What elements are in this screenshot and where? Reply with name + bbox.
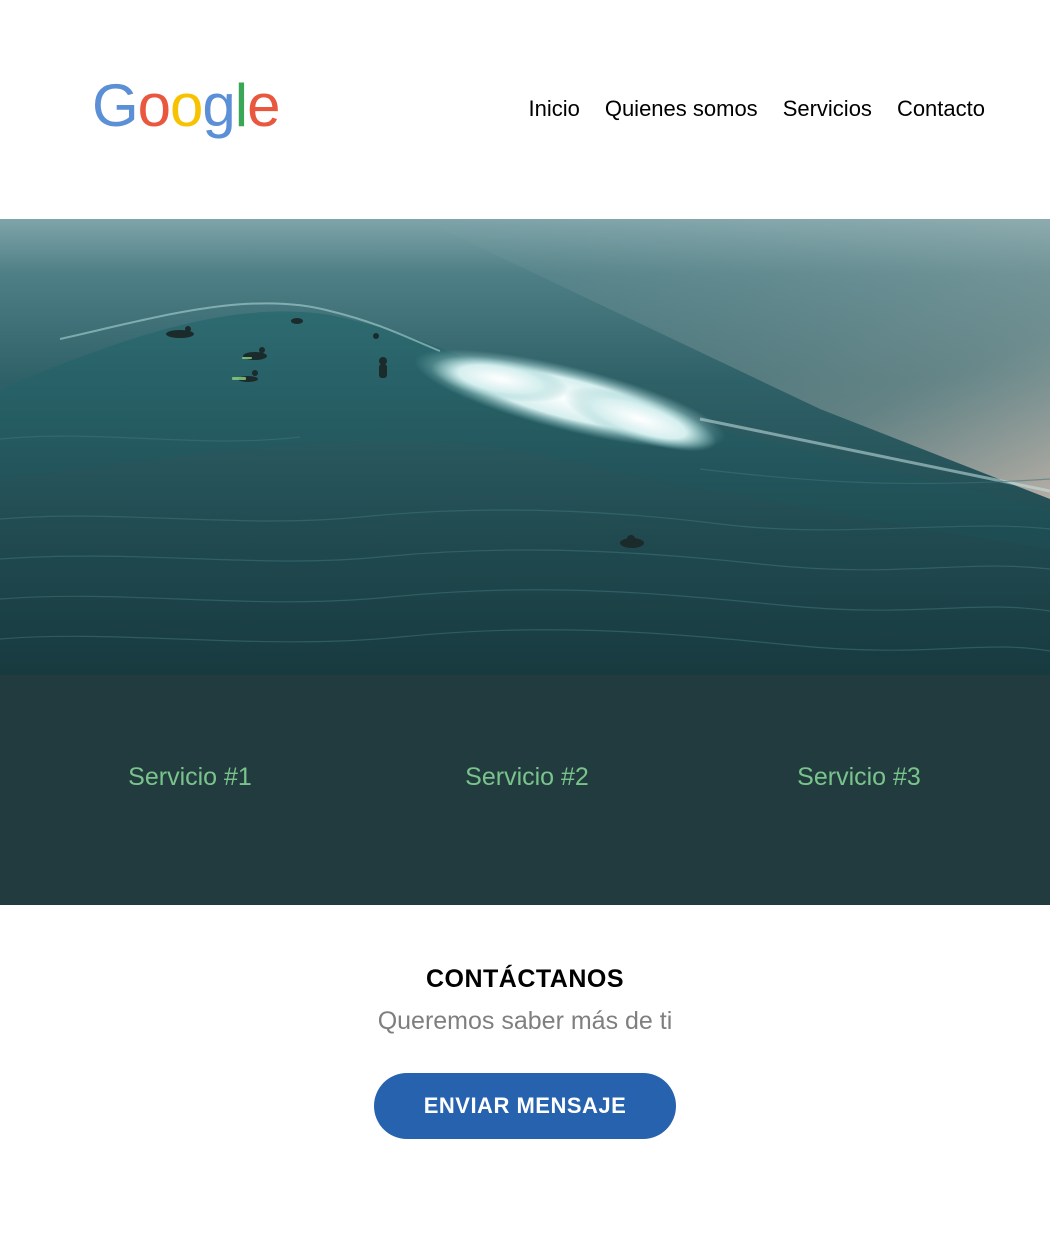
nav-link-servicios[interactable]: Servicios: [783, 96, 872, 122]
logo-letter: o: [170, 72, 203, 139]
contact-subtitle: Queremos saber más de ti: [377, 1007, 673, 1035]
logo-letter: G: [92, 72, 139, 139]
service-2[interactable]: Servicio #2: [465, 763, 589, 792]
logo-letter: e: [247, 72, 280, 139]
logo-letter: g: [202, 72, 235, 139]
main-nav: Inicio Quienes somos Servicios Contacto: [528, 96, 985, 122]
hero-image: [0, 219, 1050, 675]
service-1[interactable]: Servicio #1: [128, 763, 252, 792]
services-section: Servicio #1 Servicio #2 Servicio #3: [0, 675, 1050, 905]
nav-link-inicio[interactable]: Inicio: [528, 96, 579, 122]
nav-link-quienes-somos[interactable]: Quienes somos: [605, 96, 758, 122]
site-header: Google Inicio Quienes somos Servicios Co…: [0, 0, 1050, 219]
logo-letter: o: [137, 72, 171, 139]
logo-letter: l: [234, 72, 248, 139]
google-logo[interactable]: Google: [92, 66, 281, 146]
contact-section: CONTÁCTANOS Queremos saber más de ti ENV…: [0, 905, 1050, 1251]
ocean-wave-image: [0, 219, 1050, 675]
contact-title: CONTÁCTANOS: [425, 965, 625, 993]
service-3[interactable]: Servicio #3: [797, 763, 921, 792]
nav-link-contacto[interactable]: Contacto: [897, 96, 985, 122]
send-message-button[interactable]: ENVIAR MENSAJE: [374, 1073, 676, 1139]
